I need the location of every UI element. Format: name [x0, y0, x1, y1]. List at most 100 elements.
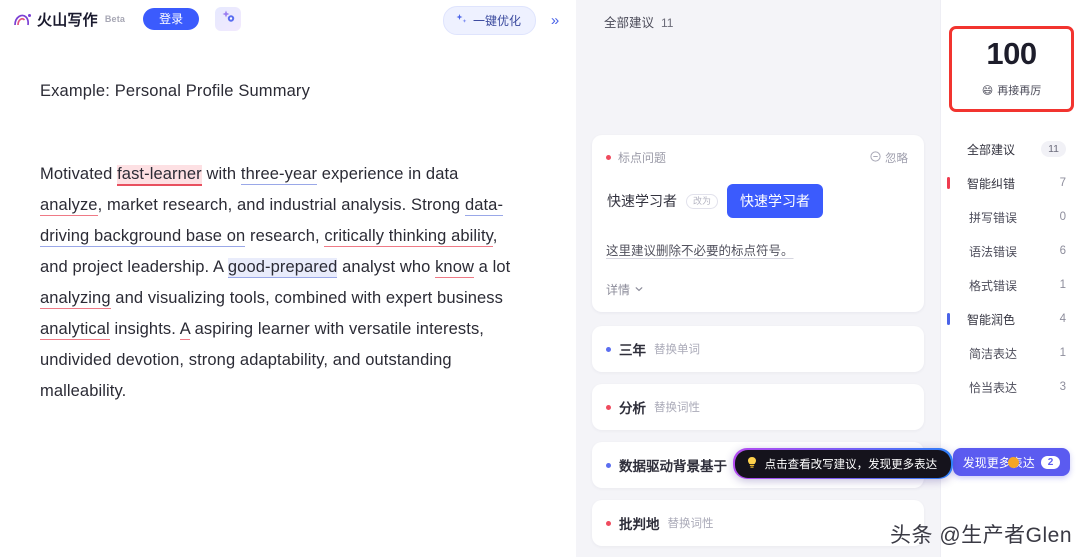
inline-suggestion-red[interactable]: analytical [40, 320, 110, 341]
category-count: 4 [1059, 313, 1066, 325]
suggestion-item[interactable]: 分析 替换词性 [592, 384, 924, 430]
category-count: 1 [1059, 347, 1066, 359]
rewrite-tooltip-inner: 点击查看改写建议，发现更多表达 [734, 449, 952, 478]
category-row[interactable]: 格式错误 1 [941, 268, 1080, 302]
inline-suggestion-red[interactable]: A [179, 320, 190, 341]
beta-badge: Beta [104, 14, 126, 24]
chevron-double-right-icon[interactable]: » [542, 8, 568, 34]
discover-more-button[interactable]: 发现更多表达 2 [953, 448, 1070, 476]
category-row[interactable]: 拼写错误 0 [941, 200, 1080, 234]
bullet-dot-icon [606, 346, 611, 352]
lightbulb-icon [746, 456, 758, 472]
volcano-logo-icon [12, 9, 33, 30]
suggestion-item[interactable]: 批判地 替换词性 [592, 500, 924, 546]
category-label: 智能润色 [967, 312, 1016, 327]
smile-emoji-icon: 😄 [981, 84, 994, 97]
ignore-button[interactable]: 忽略 [870, 150, 908, 166]
category-row[interactable]: 语法错误 6 [941, 234, 1080, 268]
category-row[interactable]: 智能润色 4 [941, 302, 1080, 336]
score-caption: 😄 再接再厉 [952, 82, 1071, 98]
suggestion-card-header: 标点问题 忽略 [606, 149, 908, 166]
score-sidebar: 100 😄 再接再厉 全部建议 11 智能纠错 7 拼写错误 0 语法错误 6 格式错误 1 智能润… [940, 0, 1080, 557]
ai-assistant-button[interactable] [215, 7, 242, 31]
sparkle-ai-icon [221, 9, 236, 29]
document-heading: Example: Personal Profile Summary [40, 82, 310, 100]
orange-dot-icon [1008, 457, 1019, 468]
suggestions-header-count: 11 [661, 16, 674, 30]
rewrite-tooltip: 点击查看改写建议，发现更多表达 [733, 448, 953, 480]
category-label: 格式错误 [969, 278, 1018, 293]
category-row[interactable]: 恰当表达 3 [941, 370, 1080, 404]
suggestion-items: 三年替换单词分析替换词性数据驱动背景基于替换词性批判地替换词性 [592, 326, 924, 546]
category-row[interactable]: 智能纠错 7 [941, 166, 1080, 200]
category-count: 1 [1059, 279, 1066, 291]
inline-suggestion-red[interactable]: analyzing [40, 289, 111, 310]
inline-suggestion-red[interactable]: analyze [40, 196, 98, 217]
rewrite-tooltip-text: 点击查看改写建议，发现更多表达 [764, 458, 938, 471]
suggestion-card[interactable]: 标点问题 忽略 快速学习者 改为 快速学习者 这里建议删除不必要的标点符号。 详… [592, 135, 924, 312]
ignore-label: 忽略 [885, 152, 908, 165]
suggestion-item-word: 数据驱动背景基于 [619, 459, 727, 474]
suggestion-item[interactable]: 三年 替换单词 [592, 326, 924, 372]
replacement-row: 快速学习者 改为 快速学习者 [607, 184, 908, 218]
suggestions-header: 全部建议 11 [576, 0, 940, 31]
suggestion-type-label: 标点问题 [618, 151, 667, 165]
chevron-down-icon [634, 283, 644, 297]
inline-suggestion-red[interactable]: critically thinking ability [324, 227, 493, 248]
bullet-dot-icon [606, 155, 611, 160]
suggestion-description: 这里建议删除不必要的标点符号。 [606, 244, 794, 258]
replacement-original: 快速学习者 [607, 193, 677, 209]
discover-badge: 2 [1040, 455, 1061, 469]
editor-pane: 火山写作 Beta 登录 一键优化 » Example: Personal Pr… [0, 0, 576, 557]
suggestion-item-kind: 替换词性 [654, 402, 700, 414]
discover-label: 发现更多表达 [962, 455, 1035, 470]
suggestion-item-kind: 替换词性 [667, 518, 714, 530]
inline-suggestion-blue[interactable]: three-year [240, 165, 318, 186]
score-caption-text: 再接再厉 [997, 85, 1042, 97]
inline-suggestion-red[interactable]: know [435, 258, 474, 279]
suggestion-item-word: 三年 [619, 343, 646, 358]
category-label: 拼写错误 [969, 210, 1018, 225]
replacement-arrow-badge: 改为 [686, 193, 719, 209]
category-count: 3 [1059, 381, 1066, 393]
inline-suggestion-red-fill[interactable]: fast-learner [117, 165, 202, 187]
login-button[interactable]: 登录 [143, 8, 200, 30]
suggestion-details-toggle[interactable]: 详情 [606, 281, 908, 298]
watermark: 头条 @生产者Glen [889, 524, 1072, 547]
category-accent-bar [947, 313, 950, 325]
score-card[interactable]: 100 😄 再接再厉 [949, 26, 1074, 112]
bullet-dot-icon [606, 404, 611, 410]
category-label: 恰当表达 [969, 380, 1018, 395]
category-row[interactable]: 全部建议 11 [941, 132, 1080, 166]
document-editor[interactable]: Example: Personal Profile Summary Motiva… [0, 38, 576, 407]
category-count: 11 [1041, 141, 1066, 157]
sparkles-icon [455, 13, 468, 29]
apply-replacement-button[interactable]: 快速学习者 [727, 184, 824, 218]
category-accent-bar [947, 177, 950, 189]
app-title: 火山写作 [37, 11, 98, 29]
category-list: 全部建议 11 智能纠错 7 拼写错误 0 语法错误 6 格式错误 1 智能润色 4 简洁表达 1 恰当表达… [941, 132, 1080, 404]
suggestion-type: 标点问题 [606, 149, 666, 166]
category-label: 简洁表达 [969, 346, 1018, 361]
category-count: 6 [1059, 245, 1066, 257]
toolbar-right-group: 一键优化 » [442, 6, 568, 35]
inline-suggestion-blue-fill[interactable]: good-prepared [227, 258, 338, 279]
app-root: 火山写作 Beta 登录 一键优化 » Example: Personal Pr… [0, 0, 1080, 557]
category-count: 0 [1059, 211, 1066, 223]
bullet-dot-icon [606, 520, 611, 526]
suggestions-header-label: 全部建议 [604, 16, 655, 30]
score-value: 100 [976, 36, 1047, 74]
top-toolbar: 火山写作 Beta 登录 一键优化 » [0, 0, 576, 38]
app-logo[interactable]: 火山写作 Beta [12, 9, 125, 30]
suggestion-item-word: 批判地 [619, 517, 660, 532]
one-click-optimize-button[interactable]: 一键优化 [442, 6, 536, 35]
category-label: 智能纠错 [967, 176, 1016, 191]
minus-circle-icon [870, 150, 881, 165]
category-label: 全部建议 [967, 142, 1016, 157]
optimize-label: 一键优化 [472, 14, 521, 28]
category-row[interactable]: 简洁表达 1 [941, 336, 1080, 370]
document-paragraph[interactable]: Motivated fast-learner with three-year e… [40, 159, 520, 407]
suggestions-pane: 全部建议 11 标点问题 忽略 快速学习者 改为 快速学习者 这里建议删除不必要… [576, 0, 953, 557]
details-label: 详情 [606, 283, 631, 297]
bullet-dot-icon [606, 462, 611, 468]
